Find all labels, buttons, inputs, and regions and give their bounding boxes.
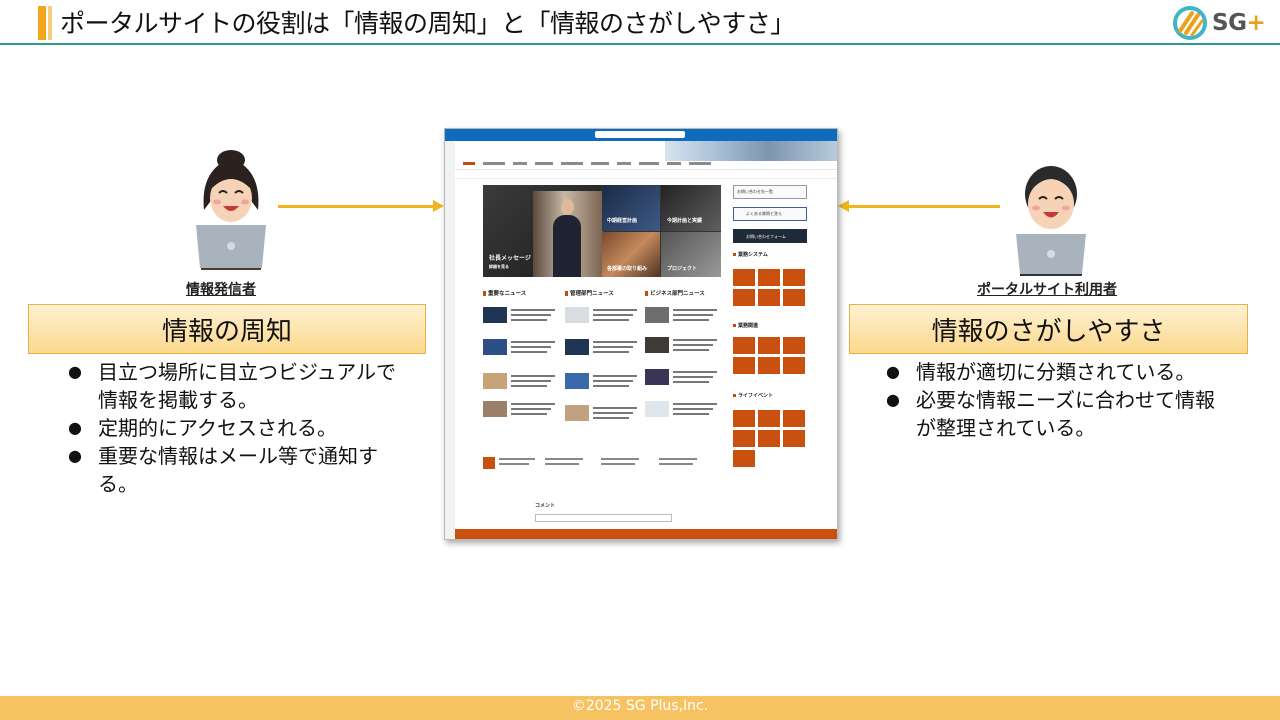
list-item (565, 339, 641, 359)
events-row (483, 454, 723, 476)
comment-input (535, 514, 672, 522)
logo-text: SG+ (1212, 10, 1266, 36)
news-column-heading: ビジネス部門ニュース (645, 289, 705, 297)
copyright-text: ©2025 SG Plus,Inc. (571, 698, 709, 714)
hero-banner: 社長メッセージ 詳細を見る 中期経営計画 今期計画と実績 各部署の取り組み プロ… (483, 185, 721, 277)
side-section-heading: 業務システム (733, 251, 768, 258)
awareness-bullet-list: 目立つ場所に目立つビジュアルで情報を掲載する。 定期的にアクセスされる。 重要な… (68, 358, 408, 498)
sender-role-label: 情報発信者 (186, 282, 256, 298)
list-item (483, 401, 559, 421)
logo-mark-icon (1173, 6, 1207, 40)
user-person-icon (1016, 166, 1086, 276)
awareness-heading-box: 情報の周知 (28, 304, 426, 354)
findability-bullet-list: 情報が適切に分類されている。 必要な情報ニーズに合わせて情報が整理されている。 (886, 358, 1226, 442)
hero-sub-label: 詳細を見る (489, 264, 509, 269)
side-section-heading: 業務関連 (733, 322, 758, 329)
list-item: 必要な情報ニーズに合わせて情報が整理されている。 (886, 386, 1226, 442)
side-button: よくある質問と答え (733, 207, 807, 221)
tile-grid (733, 410, 807, 467)
side-button: お問い合わせフォーム (733, 229, 807, 243)
list-item: 情報が適切に分類されている。 (886, 358, 1226, 386)
list-item: 目立つ場所に目立つビジュアルで情報を掲載する。 (68, 358, 408, 414)
portal-site-screenshot: 社長メッセージ 詳細を見る 中期経営計画 今期計画と実績 各部署の取り組み プロ… (444, 128, 838, 540)
search-box (595, 131, 685, 138)
list-item (645, 337, 721, 357)
list-item (645, 369, 721, 389)
hero-tile-label: 中期経営計画 (607, 218, 638, 224)
site-footer-bar (455, 529, 837, 539)
user-role-label: ポータルサイト利用者 (977, 282, 1117, 298)
list-item (483, 307, 559, 327)
sender-person-icon (196, 150, 266, 270)
list-item (483, 373, 559, 393)
news-column-heading: 管理部門ニュース (565, 289, 614, 297)
findability-heading-box: 情報のさがしやすさ (849, 304, 1248, 354)
list-item (645, 401, 721, 421)
tile-grid (733, 269, 807, 306)
header-banner-image (665, 141, 837, 161)
list-item (483, 339, 559, 359)
list-item (565, 307, 641, 327)
tile-grid (733, 337, 807, 374)
hero-tile-label: 今期計画と実績 (667, 218, 703, 224)
arrow-to-portal (278, 200, 444, 212)
list-item: 重要な情報はメール等で通知する。 (68, 442, 408, 498)
comment-label: コメント (535, 503, 556, 509)
command-bar (455, 171, 837, 179)
list-item (565, 373, 641, 393)
site-navigation (455, 161, 837, 170)
side-button: お問い合わせ先一覧 (733, 185, 807, 199)
news-column-heading: 重要なニュース (483, 289, 526, 297)
list-item: 定期的にアクセスされる。 (68, 414, 408, 442)
side-section-heading: ライフイベント (733, 392, 773, 399)
arrow-from-portal (838, 200, 1000, 212)
hero-tile-label: プロジェクト (667, 266, 698, 272)
list-item (645, 307, 721, 327)
title-accent-bar-light (48, 6, 52, 40)
hero-main-label: 社長メッセージ (489, 255, 531, 262)
app-rail (445, 141, 455, 539)
header-divider (0, 43, 1280, 45)
page-title: ポータルサイトの役割は「情報の周知」と「情報のさがしやすさ」 (60, 9, 795, 38)
title-accent-bar (38, 6, 46, 40)
company-logo: SG+ (1172, 4, 1266, 42)
list-item (565, 405, 641, 425)
hero-tile-label: 各部署の取り組み (607, 266, 648, 272)
